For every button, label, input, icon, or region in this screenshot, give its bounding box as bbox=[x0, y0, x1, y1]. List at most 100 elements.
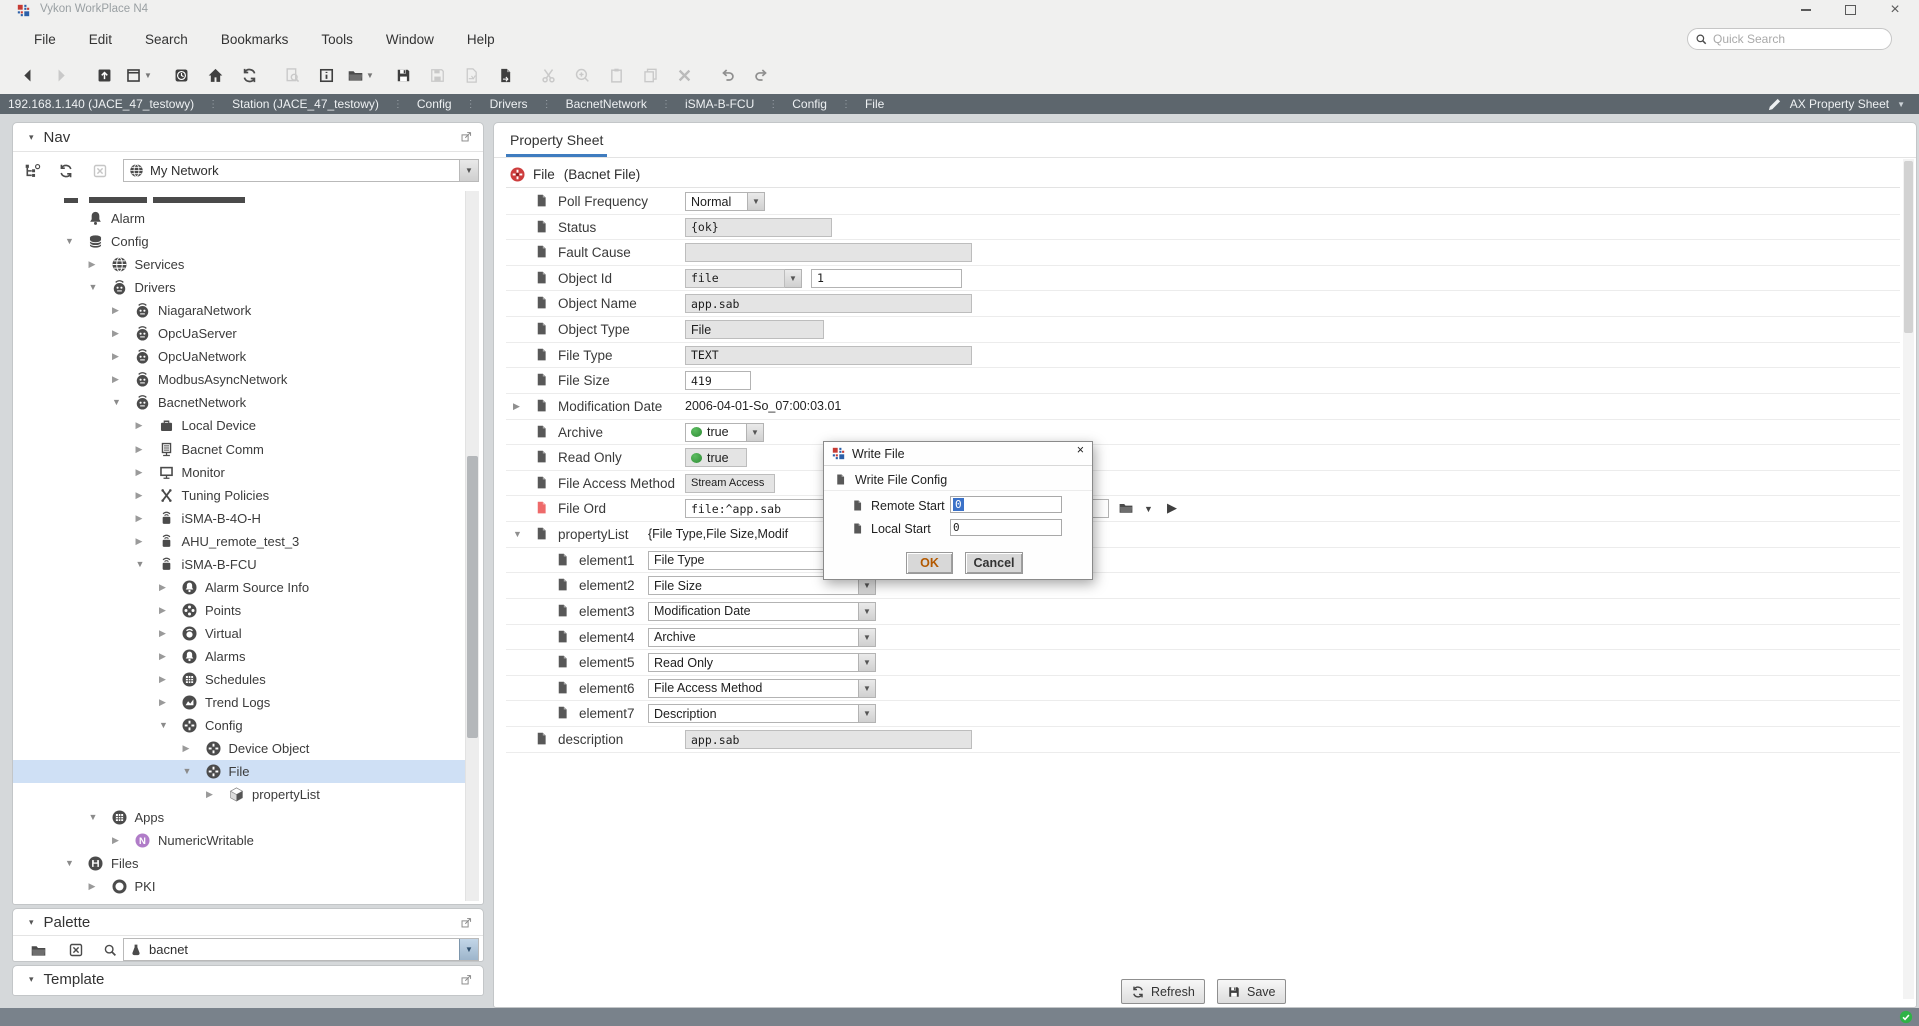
field-file-access-method[interactable]: Stream Access bbox=[685, 474, 775, 493]
field-fault-cause[interactable] bbox=[685, 243, 972, 262]
breadcrumb-item[interactable]: Config bbox=[792, 97, 827, 111]
dialog-title-bar[interactable]: Write File × bbox=[824, 442, 1092, 466]
breadcrumb-item[interactable]: Config bbox=[417, 97, 452, 111]
tree-item-device-object[interactable]: ▶Device Object bbox=[13, 737, 466, 760]
tree-expander-icon[interactable]: ▶ bbox=[136, 536, 150, 547]
template-header[interactable]: ▾ Template bbox=[13, 966, 483, 992]
tree-expander-icon[interactable]: ▶ bbox=[159, 674, 173, 685]
tree-item-tuning-policies[interactable]: ▶Tuning Policies bbox=[13, 484, 466, 507]
toolbar-cut-button[interactable] bbox=[533, 61, 564, 89]
field-object-id-type[interactable]: file bbox=[685, 269, 785, 288]
cancel-button[interactable]: Cancel bbox=[965, 552, 1023, 574]
tree-expander-icon[interactable]: ▶ bbox=[112, 328, 126, 339]
field-read-only[interactable]: true bbox=[685, 448, 747, 467]
toolbar-paste-button[interactable] bbox=[601, 61, 632, 89]
field-element4[interactable]: Archive bbox=[648, 628, 859, 647]
tree-expander-icon[interactable]: ▶ bbox=[136, 513, 150, 524]
tree-expander-icon[interactable]: ▶ bbox=[136, 420, 150, 431]
expand-panel-icon[interactable] bbox=[460, 130, 473, 143]
breadcrumb-item[interactable]: iSMA-B-FCU bbox=[685, 97, 754, 111]
tree-item-opcuaserver[interactable]: ▶OpcUaServer bbox=[13, 322, 466, 345]
dialog-close-icon[interactable]: × bbox=[1077, 443, 1084, 457]
chevron-down-icon[interactable]: ▼ bbox=[366, 71, 374, 80]
toolbar-export-button[interactable] bbox=[490, 61, 521, 89]
tree-expander-icon[interactable]: ▼ bbox=[136, 559, 150, 569]
tree-item-config[interactable]: ▼Config bbox=[13, 230, 466, 253]
toolbar-open-window-button[interactable]: ▼ bbox=[123, 61, 154, 89]
field-file-size[interactable]: 419 bbox=[685, 371, 751, 390]
toolbar-open-folder-button[interactable]: ▼ bbox=[345, 61, 376, 89]
tree-expander-icon[interactable]: ▼ bbox=[159, 720, 173, 730]
tree-expander-icon[interactable]: ▼ bbox=[65, 236, 79, 246]
refresh-icon[interactable] bbox=[51, 158, 81, 184]
field-object-id-instance[interactable]: 1 bbox=[811, 269, 962, 288]
tree-expander-icon[interactable]: ▶ bbox=[112, 305, 126, 316]
view-selector[interactable]: AX Property Sheet ▼ bbox=[1767, 94, 1905, 114]
dropdown-arrow-button[interactable]: ▼ bbox=[459, 939, 478, 960]
quick-search-input[interactable]: Quick Search bbox=[1687, 28, 1892, 50]
remote-start-input[interactable]: 0 bbox=[950, 496, 1062, 513]
tree-item-propertylist[interactable]: ▶propertyList bbox=[13, 783, 466, 806]
tree-expander-icon[interactable]: ▶ bbox=[112, 835, 126, 846]
toolbar-copy-button[interactable] bbox=[567, 61, 598, 89]
tree-item-numericwritable[interactable]: ▶NNumericWritable bbox=[13, 829, 466, 852]
tree-item-pki[interactable]: ▶PKI bbox=[13, 875, 466, 898]
toolbar-duplicate-button[interactable] bbox=[635, 61, 666, 89]
menu-window[interactable]: Window bbox=[380, 32, 440, 47]
ord-folder-button[interactable] bbox=[1118, 500, 1134, 516]
menu-bookmarks[interactable]: Bookmarks bbox=[215, 32, 295, 47]
tree-expander-icon[interactable]: ▶ bbox=[206, 789, 220, 800]
tree-item-alarms[interactable]: ▶Alarms bbox=[13, 645, 466, 668]
tree-item-alarm-source-info[interactable]: ▶Alarm Source Info bbox=[13, 576, 466, 599]
palette-header[interactable]: ▾ Palette bbox=[13, 909, 483, 936]
toolbar-redo-button[interactable] bbox=[746, 61, 777, 89]
tree-item-trend-logs[interactable]: ▶Trend Logs bbox=[13, 691, 466, 714]
dropdown-arrow-button[interactable]: ▼ bbox=[859, 653, 876, 672]
tree-expander-icon[interactable]: ▶ bbox=[89, 259, 103, 270]
tree-expander-icon[interactable]: ▼ bbox=[65, 858, 79, 868]
tree-item-isma-b-4o-h[interactable]: ▶iSMA-B-4O-H bbox=[13, 507, 466, 530]
expand-panel-icon[interactable] bbox=[460, 973, 473, 986]
tree-item-drivers[interactable]: ▼Drivers bbox=[13, 276, 466, 299]
field-object-type[interactable]: File bbox=[685, 320, 824, 339]
close-palette-icon[interactable] bbox=[61, 937, 91, 963]
refresh-button[interactable]: Refresh bbox=[1121, 979, 1205, 1004]
tree-expander-icon[interactable]: ▶ bbox=[159, 697, 173, 708]
tree-expander-icon[interactable]: ▼ bbox=[89, 812, 103, 822]
breadcrumb-item[interactable]: File bbox=[865, 97, 884, 111]
expand-panel-icon[interactable] bbox=[460, 916, 473, 929]
row-expander-icon[interactable]: ▼ bbox=[513, 529, 522, 539]
close-button[interactable]: × bbox=[1888, 3, 1902, 17]
tree-expander-icon[interactable]: ▶ bbox=[136, 467, 150, 478]
local-start-input[interactable]: 0 bbox=[950, 519, 1062, 536]
toolbar-history-button[interactable] bbox=[166, 61, 197, 89]
toolbar-refresh-button[interactable] bbox=[234, 61, 265, 89]
toolbar-home-button[interactable] bbox=[200, 61, 231, 89]
palette-module-dropdown[interactable]: bacnet ▼ bbox=[123, 938, 479, 961]
maximize-button[interactable] bbox=[1843, 3, 1857, 17]
tree-view-icon[interactable] bbox=[17, 158, 47, 184]
tree-item-local-device[interactable]: ▶Local Device bbox=[13, 414, 466, 437]
tree-item-modbusasyncnetwork[interactable]: ▶ModbusAsyncNetwork bbox=[13, 368, 466, 391]
dropdown-arrow-button[interactable]: ▼ bbox=[748, 192, 765, 211]
breadcrumb-item[interactable]: Drivers bbox=[490, 97, 528, 111]
nav-scrollbar[interactable] bbox=[465, 191, 479, 901]
field-archive[interactable]: true bbox=[685, 423, 747, 442]
field-poll-frequency[interactable]: Normal bbox=[685, 192, 748, 211]
open-palette-icon[interactable] bbox=[23, 937, 53, 963]
dropdown-arrow-button[interactable]: ▼ bbox=[859, 602, 876, 621]
breadcrumb-item[interactable]: 192.168.1.140 (JACE_47_testowy) bbox=[8, 97, 194, 111]
tree-item-schedules[interactable]: ▶Schedules bbox=[13, 668, 466, 691]
tree-item-isma-b-fcu[interactable]: ▼iSMA-B-FCU bbox=[13, 553, 466, 576]
menu-tools[interactable]: Tools bbox=[315, 32, 359, 47]
dropdown-arrow-button[interactable]: ▼ bbox=[859, 628, 876, 647]
tree-item-files[interactable]: ▼Files bbox=[13, 852, 466, 875]
chevron-down-icon[interactable]: ▼ bbox=[144, 71, 152, 80]
nav-scrollbar-thumb[interactable] bbox=[467, 456, 478, 738]
toolbar-back-button[interactable] bbox=[12, 61, 43, 89]
tree-item-bacnet-comm[interactable]: ▶Bacnet Comm bbox=[13, 438, 466, 461]
breadcrumb-item[interactable]: BacnetNetwork bbox=[566, 97, 647, 111]
nav-scope-dropdown[interactable]: My Network ▼ bbox=[123, 159, 479, 182]
toolbar-undo-button[interactable] bbox=[712, 61, 743, 89]
toolbar-import-button[interactable] bbox=[456, 61, 487, 89]
